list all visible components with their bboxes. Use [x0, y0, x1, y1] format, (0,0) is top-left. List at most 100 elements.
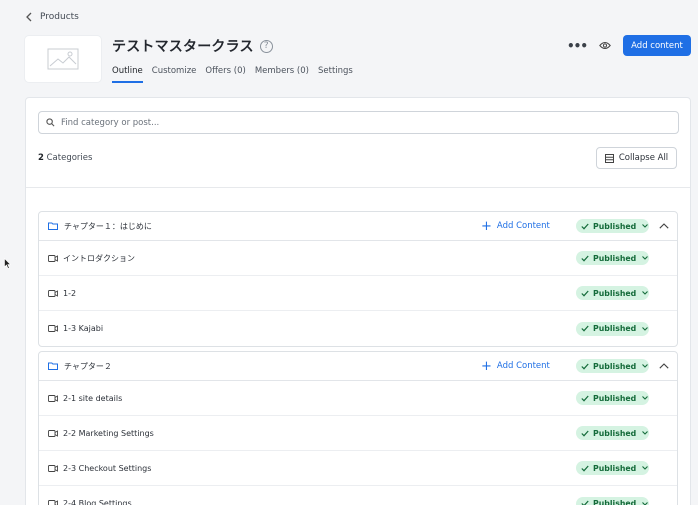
- video-icon: [48, 394, 58, 402]
- image-placeholder-icon: [47, 48, 79, 70]
- check-icon: [581, 395, 589, 402]
- status-badge[interactable]: Published: [576, 461, 649, 475]
- check-icon: [581, 430, 589, 437]
- status-label: Published: [593, 361, 637, 371]
- chevron-down-icon: [642, 224, 649, 228]
- breadcrumb-back-link[interactable]: Products: [25, 12, 79, 22]
- chapter-section: チャプター２ + Add Content Published 2-1 site deta…: [38, 351, 678, 505]
- search-field[interactable]: [38, 111, 679, 134]
- video-icon: [48, 429, 58, 437]
- check-icon: [581, 255, 589, 262]
- outline-card: 2 Categories Collapse All チャプター１：はじめに + Ad…: [25, 97, 691, 505]
- add-content-link[interactable]: + Add Content: [481, 360, 550, 373]
- preview-eye-icon[interactable]: [599, 41, 611, 50]
- collapse-all-button[interactable]: Collapse All: [596, 147, 677, 169]
- chevron-down-icon: [642, 364, 649, 368]
- post-title: 2-4 Blog Settings: [63, 499, 132, 505]
- status-badge[interactable]: Published: [576, 219, 649, 233]
- chapter-title: チャプター２: [64, 361, 112, 371]
- post-title: 2-2 Marketing Settings: [63, 428, 154, 438]
- status-badge[interactable]: Published: [576, 496, 649, 505]
- chapter-header[interactable]: チャプター２ + Add Content Published: [39, 352, 677, 381]
- status-badge[interactable]: Published: [576, 286, 649, 300]
- check-icon: [581, 290, 589, 297]
- help-icon[interactable]: ?: [259, 39, 273, 53]
- status-label: Published: [593, 253, 637, 263]
- post-row[interactable]: 1-3 Kajabi Published: [39, 311, 677, 346]
- tab-outline[interactable]: Outline: [112, 66, 143, 83]
- mouse-cursor-icon: [4, 258, 11, 269]
- post-row[interactable]: 2-4 Blog Settings Published: [39, 486, 677, 505]
- check-icon: [581, 223, 589, 230]
- status-label: Published: [593, 499, 637, 505]
- list-collapse-icon: [604, 153, 614, 163]
- status-label: Published: [593, 221, 637, 231]
- add-content-label: Add Content: [496, 221, 550, 231]
- check-icon: [581, 465, 589, 472]
- add-content-link[interactable]: + Add Content: [481, 220, 550, 233]
- status-label: Published: [593, 428, 637, 438]
- chevron-down-icon: [642, 396, 649, 400]
- collapse-all-label: Collapse All: [618, 153, 669, 163]
- tab-customize[interactable]: Customize: [152, 66, 197, 83]
- chevron-down-icon: [642, 256, 649, 260]
- status-badge[interactable]: Published: [576, 426, 649, 440]
- folder-icon: [48, 362, 58, 370]
- status-label: Published: [593, 288, 637, 298]
- chevron-down-icon: [642, 291, 649, 295]
- status-label: Published: [593, 324, 637, 333]
- chevron-up-icon[interactable]: [659, 363, 669, 369]
- post-row[interactable]: 2-3 Checkout Settings Published: [39, 451, 677, 486]
- video-icon: [48, 289, 58, 297]
- folder-icon: [48, 222, 58, 230]
- post-row[interactable]: イントロダクション Published: [39, 241, 677, 276]
- status-label: Published: [593, 393, 637, 403]
- status-badge[interactable]: Published: [576, 251, 649, 265]
- post-title: 2-3 Checkout Settings: [63, 463, 152, 473]
- more-options-icon[interactable]: •••: [567, 39, 588, 53]
- product-thumbnail[interactable]: [25, 36, 101, 82]
- video-icon: [48, 500, 58, 505]
- add-content-label: Add Content: [496, 361, 550, 371]
- check-icon: [581, 500, 589, 505]
- status-badge[interactable]: Published: [576, 391, 649, 405]
- chevron-left-icon: [26, 12, 32, 22]
- chevron-down-icon: [642, 326, 649, 331]
- video-icon: [48, 464, 58, 472]
- status-badge[interactable]: Published: [576, 321, 649, 336]
- breadcrumb-label: Products: [40, 12, 79, 22]
- chevron-down-icon: [642, 466, 649, 470]
- tab-offers[interactable]: Offers (0): [205, 66, 245, 83]
- chevron-up-icon[interactable]: [659, 223, 669, 229]
- video-icon: [48, 254, 58, 262]
- page-title: テストマスタークラス: [112, 39, 254, 55]
- check-icon: [581, 325, 589, 332]
- video-icon: [48, 325, 58, 332]
- chapter-section: チャプター１：はじめに + Add Content Published イントロダクショ…: [38, 211, 678, 347]
- category-count-label: Categories: [43, 153, 93, 163]
- status-label: Published: [593, 463, 637, 473]
- post-row[interactable]: 2-1 site details Published: [39, 381, 677, 416]
- chevron-down-icon: [642, 501, 649, 505]
- post-title: 1-2: [63, 288, 77, 298]
- status-badge[interactable]: Published: [576, 359, 649, 373]
- category-count: 2 Categories: [38, 153, 92, 163]
- search-icon: [46, 118, 55, 127]
- chevron-down-icon: [642, 431, 649, 435]
- post-title: イントロダクション: [63, 253, 135, 263]
- plus-icon: +: [481, 218, 492, 234]
- tab-members[interactable]: Members (0): [255, 66, 309, 83]
- chapter-title: チャプター１：はじめに: [64, 221, 152, 231]
- post-row[interactable]: 2-2 Marketing Settings Published: [39, 416, 677, 451]
- product-tabs: Outline Customize Offers (0) Members (0) Set…: [112, 66, 353, 83]
- divider: [26, 187, 690, 188]
- post-row[interactable]: 1-2 Published: [39, 276, 677, 311]
- check-icon: [581, 363, 589, 370]
- search-input[interactable]: [61, 117, 661, 128]
- plus-icon: +: [481, 358, 492, 374]
- post-title: 2-1 site details: [63, 393, 123, 403]
- chapter-header[interactable]: チャプター１：はじめに + Add Content Published: [39, 212, 677, 241]
- add-content-button[interactable]: Add content: [623, 35, 691, 56]
- post-title: 1-3 Kajabi: [63, 324, 104, 333]
- tab-settings[interactable]: Settings: [318, 66, 353, 83]
